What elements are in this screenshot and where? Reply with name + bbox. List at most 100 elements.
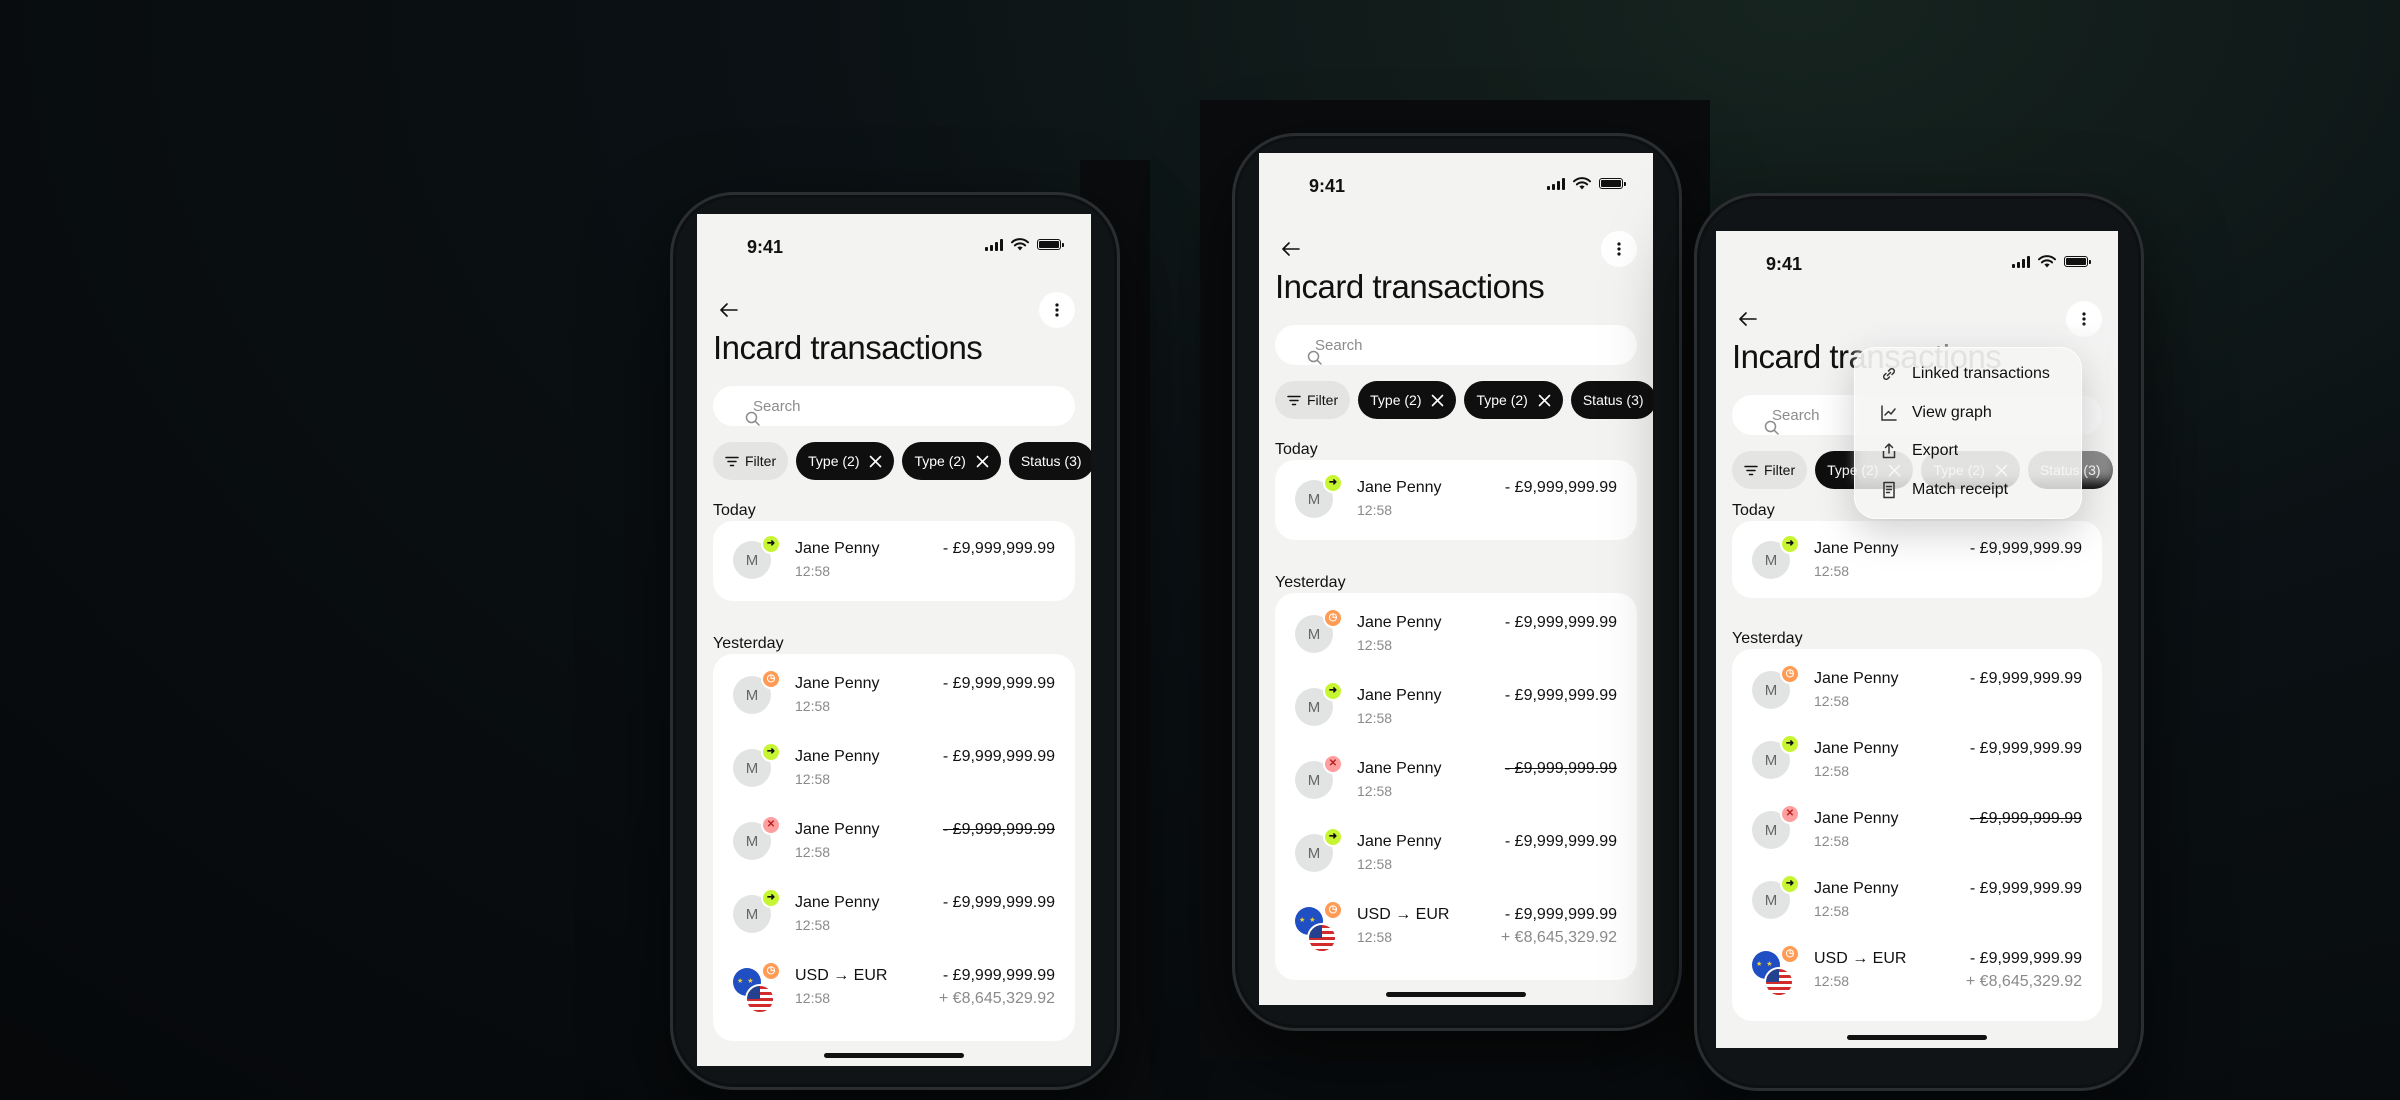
transaction-time: 12:58 xyxy=(795,844,831,860)
search-input[interactable]: Search xyxy=(1275,325,1637,365)
status-time: 9:41 xyxy=(747,237,784,257)
status-icons xyxy=(2012,255,2091,268)
transaction-row[interactable]: M ✕ Jane Penny 12:58- £9,999,999.99 xyxy=(1275,743,1637,816)
page-title: Incard transactions xyxy=(713,329,983,366)
transaction-amount: - £9,999,999.99 xyxy=(1504,479,1617,496)
converted-amount: + €8,645,329.92 xyxy=(1500,929,1617,946)
wifi-icon xyxy=(1011,238,1029,251)
filter-label: Filter xyxy=(745,453,777,469)
status-time: 9:41 xyxy=(1309,176,1346,196)
transaction-time: 12:58 xyxy=(795,990,831,1006)
filter-button[interactable]: Filter xyxy=(1275,381,1351,419)
transaction-name: Jane Penny xyxy=(1814,810,1899,827)
status-arrow-right-icon: ➜ xyxy=(1323,473,1343,493)
search-placeholder: Search xyxy=(1315,337,1363,354)
back-arrow-icon[interactable] xyxy=(1734,305,1762,333)
chip-label: Type (2) xyxy=(808,453,860,469)
chip-label: Type (2) xyxy=(1476,392,1528,408)
transaction-amount: - £9,999,999.99 xyxy=(1504,760,1617,777)
menu-item-receipt[interactable]: Match receipt xyxy=(1880,475,2008,505)
transaction-row[interactable]: M ➜ Jane Penny 12:58- £9,999,999.99 xyxy=(713,877,1075,950)
transaction-row[interactable]: M ✕ Jane Penny 12:58- £9,999,999.99 xyxy=(1732,793,2102,866)
transaction-amount: - £9,999,999.99 xyxy=(1504,906,1617,923)
back-arrow-icon[interactable] xyxy=(1277,235,1305,263)
signal-icon xyxy=(1547,177,1565,190)
transaction-row[interactable]: M ➜ Jane Penny 12:58- £9,999,999.99 xyxy=(1732,523,2102,596)
transaction-row[interactable]: M ➜ Jane Penny 12:58- £9,999,999.99 xyxy=(1275,816,1637,889)
more-options-button[interactable] xyxy=(1601,231,1637,267)
transaction-amount: - £9,999,999.99 xyxy=(1969,810,2082,827)
transaction-row[interactable]: M ➜ Jane Penny 12:58- £9,999,999.99 xyxy=(713,523,1075,596)
filter-chip[interactable]: Type (2) xyxy=(1358,381,1457,419)
menu-item-label: Match receipt xyxy=(1912,480,2009,498)
transaction-time: 12:58 xyxy=(795,771,831,787)
search-placeholder: Search xyxy=(753,398,801,415)
filter-button[interactable]: Filter xyxy=(1732,451,1808,489)
remove-chip-close-icon[interactable] xyxy=(1431,394,1444,407)
remove-chip-close-icon[interactable] xyxy=(976,455,989,468)
menu-item-label: Linked transactions xyxy=(1912,365,2050,382)
menu-item-link[interactable]: Linked transactions xyxy=(1880,359,2050,389)
transaction-row[interactable]: M ◷ Jane Penny 12:58- £9,999,999.99 xyxy=(1275,597,1637,670)
filter-chip[interactable]: Status (3) xyxy=(1570,381,1653,419)
filter-chip[interactable]: Status (3) xyxy=(1008,442,1091,480)
status-clock-icon: ◷ xyxy=(1780,664,1800,684)
transaction-row[interactable]: ◷ USD → EUR 12:58 - £9,999,999.99 + €8,645,3… xyxy=(1275,889,1637,962)
today-card: M ➜ Jane Penny 12:58- £9,999,999.99 xyxy=(713,521,1075,601)
transaction-time: 12:58 xyxy=(1814,563,1850,579)
transaction-row[interactable]: M ➜ Jane Penny 12:58- £9,999,999.99 xyxy=(713,731,1075,804)
transaction-row[interactable]: M ➜ Jane Penny 12:58- £9,999,999.99 xyxy=(1732,863,2102,936)
filter-chip[interactable]: Type (2) xyxy=(796,442,895,480)
transaction-row[interactable]: M ➜ Jane Penny 12:58- £9,999,999.99 xyxy=(1275,670,1637,743)
status-arrow-right-icon: ➜ xyxy=(1780,534,1800,554)
more-options-button[interactable] xyxy=(1039,292,1075,328)
filter-icon xyxy=(1287,395,1301,406)
transaction-time: 12:58 xyxy=(1357,783,1393,799)
transaction-amount: - £9,999,999.99 xyxy=(942,675,1055,692)
transaction-time: 12:58 xyxy=(795,563,831,579)
transaction-amount: - £9,999,999.99 xyxy=(1969,670,2082,687)
transaction-row[interactable]: M ✕ Jane Penny 12:58- £9,999,999.99 xyxy=(713,804,1075,877)
transaction-row[interactable]: M ➜ Jane Penny 12:58- £9,999,999.99 xyxy=(1732,723,2102,796)
transaction-row[interactable]: M ➜ Jane Penny 12:58- £9,999,999.99 xyxy=(1275,462,1637,535)
transaction-time: 12:58 xyxy=(1357,929,1393,945)
back-arrow-icon[interactable] xyxy=(715,296,743,324)
filter-button[interactable]: Filter xyxy=(713,442,789,480)
filter-chips: Filter Type (2) Type (2) Status (3) xyxy=(1275,381,1653,419)
filter-icon xyxy=(725,456,739,467)
transaction-name: USD → EUR xyxy=(795,967,888,984)
us-flag-icon xyxy=(745,984,775,1014)
filter-chips: Filter Type (2) Type (2) Status (3) xyxy=(713,442,1091,480)
transaction-row[interactable]: ◷ USD → EUR 12:58 - £9,999,999.99 + €8,645,3… xyxy=(1732,933,2102,1006)
signal-icon xyxy=(2012,255,2030,268)
transaction-time: 12:58 xyxy=(1357,637,1393,653)
transaction-time: 12:58 xyxy=(1357,856,1393,872)
home-indicator xyxy=(1386,992,1526,997)
filter-icon xyxy=(1744,465,1758,476)
remove-chip-close-icon[interactable] xyxy=(869,455,882,468)
status-icons xyxy=(985,238,1064,251)
menu-item-label: Export xyxy=(1912,442,1959,459)
transaction-amount: - £9,999,999.99 xyxy=(942,540,1055,557)
transaction-row[interactable]: ◷ USD → EUR 12:58 - £9,999,999.99 + €8,645,3… xyxy=(713,950,1075,1023)
menu-item-chart[interactable]: View graph xyxy=(1880,398,1992,428)
section-yesterday: Yesterday xyxy=(713,635,784,652)
status-clock-icon: ◷ xyxy=(1323,608,1343,628)
section-today: Today xyxy=(1732,502,1775,519)
status-arrow-right-icon: ➜ xyxy=(1323,681,1343,701)
filter-chip[interactable]: Type (2) xyxy=(902,442,1001,480)
transaction-row[interactable]: M ◷ Jane Penny 12:58- £9,999,999.99 xyxy=(713,658,1075,731)
transaction-amount: - £9,999,999.99 xyxy=(1969,540,2082,557)
status-clock-icon: ◷ xyxy=(761,669,781,689)
transaction-amount: - £9,999,999.99 xyxy=(1504,614,1617,631)
transaction-time: 12:58 xyxy=(1814,763,1850,779)
search-input[interactable]: Search xyxy=(713,386,1075,426)
wifi-icon xyxy=(2038,255,2056,268)
filter-label: Filter xyxy=(1307,392,1339,408)
chart-icon xyxy=(1880,404,1898,422)
transaction-row[interactable]: M ◷ Jane Penny 12:58- £9,999,999.99 xyxy=(1732,653,2102,726)
menu-item-share[interactable]: Export xyxy=(1880,436,1958,466)
transaction-time: 12:58 xyxy=(1814,903,1850,919)
remove-chip-close-icon[interactable] xyxy=(1538,394,1551,407)
filter-chip[interactable]: Type (2) xyxy=(1464,381,1563,419)
